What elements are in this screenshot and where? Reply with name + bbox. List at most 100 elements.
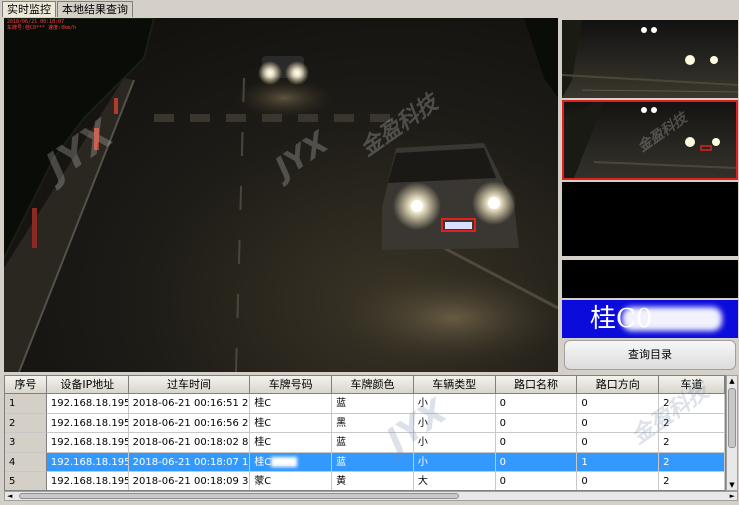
horizontal-scroll-thumb[interactable] <box>19 493 459 499</box>
cell-index: 3 <box>5 433 47 453</box>
cell-junction-name: 0 <box>495 413 578 433</box>
cell-text: 2 <box>9 417 16 429</box>
column-header-index[interactable]: 序号 <box>5 376 47 394</box>
cell-text: 192.168.18.195 <box>50 398 129 409</box>
cell-index: 1 <box>5 394 47 414</box>
snapshot-thumbnail-3[interactable] <box>562 182 738 256</box>
thumbnail-scene <box>564 102 736 178</box>
scroll-up-icon[interactable]: ▲ <box>728 377 736 385</box>
cell-junction-direction: 0 <box>577 433 660 453</box>
cell-vehicle-type: 小 <box>413 413 496 433</box>
cell-plate: 桂C <box>250 452 333 472</box>
cell-text: 桂C <box>254 398 272 409</box>
cell-ip: 192.168.18.195 <box>47 472 129 490</box>
results-table: 序号 设备IP地址 过车时间 车牌号码 车牌颜色 车辆类型 路口名称 路口方向 … <box>4 375 726 491</box>
cell-junction-name: 0 <box>495 452 578 472</box>
table-row[interactable]: 1 192.168.18.195 2018-06-21 00:16:51 270 桂C… <box>5 394 725 414</box>
cell-vehicle-type: 小 <box>413 394 496 414</box>
video-overlay-text: 2018/06/21 00:18:07 车牌号:桂C0*** 速度:0km/h <box>7 19 76 31</box>
cell-plate-color: 黄 <box>332 472 414 490</box>
tab-realtime-monitor[interactable]: 实时监控 <box>2 1 56 17</box>
table-row[interactable]: 5 192.168.18.195 2018-06-21 00:18:09 336 蒙C… <box>5 472 725 490</box>
cell-text: 0 <box>499 476 506 487</box>
cell-time: 2018-06-21 00:18:07 137 <box>128 452 251 472</box>
column-header-lane[interactable]: 车道 <box>659 376 725 394</box>
cell-time: 2018-06-21 00:16:51 270 <box>128 394 251 414</box>
cell-text: 2018-06-21 00:18:07 137 <box>132 456 251 468</box>
cell-plate-color: 蓝 <box>332 433 414 453</box>
query-directory-button[interactable]: 查询目录 <box>564 340 736 370</box>
cell-text: 192.168.18.195 <box>50 476 129 487</box>
column-header-ip[interactable]: 设备IP地址 <box>46 376 129 394</box>
column-header-junction-name[interactable]: 路口名称 <box>495 376 578 394</box>
cell-text: 0 <box>499 417 506 429</box>
vertical-scroll-thumb[interactable] <box>728 388 736 448</box>
cell-lane: 2 <box>659 394 725 414</box>
cell-time: 2018-06-21 00:18:02 876 <box>128 433 251 453</box>
cell-text: 2 <box>663 398 670 409</box>
cell-lane: 2 <box>659 472 725 490</box>
cell-text: 小 <box>417 437 428 448</box>
overlay-info: 车牌号:桂C0*** 速度:0km/h <box>7 25 77 31</box>
cell-text: 小 <box>417 456 428 468</box>
column-header-plate-color[interactable]: 车牌颜色 <box>332 376 414 394</box>
snapshot-thumbnail-2-selected[interactable]: 金盈科技 <box>562 100 738 180</box>
table-row[interactable]: 4 192.168.18.195 2018-06-21 00:18:07 137 桂C… <box>5 452 725 472</box>
cell-text: 5 <box>9 476 16 487</box>
cell-text: 蒙C <box>254 476 272 487</box>
cell-text: 0 <box>581 417 588 429</box>
cell-plate: 桂C <box>250 394 333 414</box>
cell-text: 黄 <box>336 476 347 487</box>
plate-privacy-mask <box>271 437 298 447</box>
cell-junction-direction: 0 <box>577 472 660 490</box>
cell-ip: 192.168.18.195 <box>46 452 129 472</box>
cell-plate: 桂C <box>250 433 333 453</box>
cell-text: 小 <box>417 398 428 409</box>
cell-text: 1 <box>581 456 588 468</box>
plate-number-display: 桂C0 <box>562 300 738 338</box>
cell-ip: 192.168.18.195 <box>46 413 129 433</box>
cell-text: 小 <box>417 417 428 429</box>
snapshot-thumbnail-1[interactable] <box>562 20 738 98</box>
cell-text: 0 <box>581 398 588 409</box>
plate-privacy-mask <box>271 476 298 486</box>
cell-text: 蓝 <box>336 437 347 448</box>
plate-privacy-mask <box>271 456 298 467</box>
cell-text: 2018-06-21 00:18:09 336 <box>132 476 251 487</box>
column-header-vehicle-type[interactable]: 车辆类型 <box>413 376 496 394</box>
cell-junction-direction: 0 <box>577 394 660 414</box>
cell-text: 蓝 <box>336 456 347 468</box>
cell-index: 2 <box>5 413 47 433</box>
thumbnail-scene <box>562 20 738 98</box>
scroll-left-icon[interactable]: ◄ <box>7 492 12 500</box>
cell-text: 192.168.18.195 <box>50 417 129 429</box>
column-header-time[interactable]: 过车时间 <box>128 376 251 394</box>
cell-text: 2018-06-21 00:16:56 275 <box>132 417 251 429</box>
cell-lane: 2 <box>659 413 725 433</box>
cell-plate-color: 蓝 <box>332 394 414 414</box>
scroll-down-icon[interactable]: ▼ <box>728 481 736 489</box>
cell-text: 0 <box>581 437 588 448</box>
cell-plate-color: 黑 <box>332 413 414 433</box>
cell-text: 1 <box>9 398 16 409</box>
cell-junction-direction: 1 <box>577 452 660 472</box>
cell-plate-color: 蓝 <box>332 452 414 472</box>
cell-junction-name: 0 <box>495 433 578 453</box>
table-vertical-scrollbar[interactable]: ▲ ▼ <box>726 375 738 491</box>
cell-junction-name: 0 <box>495 394 578 414</box>
scroll-right-icon[interactable]: ► <box>730 492 735 500</box>
tab-bar: 实时监控 本地结果查询 <box>2 1 134 17</box>
column-header-junction-direction[interactable]: 路口方向 <box>577 376 660 394</box>
tab-local-query[interactable]: 本地结果查询 <box>57 1 133 17</box>
cell-text: 2 <box>663 417 670 429</box>
table-horizontal-scrollbar[interactable]: ◄ ► <box>4 491 738 501</box>
cell-time: 2018-06-21 00:16:56 275 <box>128 413 251 433</box>
table-row[interactable]: 2 192.168.18.195 2018-06-21 00:16:56 275 桂C… <box>5 413 725 433</box>
column-header-plate[interactable]: 车牌号码 <box>250 376 333 394</box>
cell-lane: 2 <box>659 433 725 453</box>
cell-index: 4 <box>5 452 47 472</box>
cell-text: 0 <box>499 437 506 448</box>
snapshot-thumbnail-4[interactable] <box>562 260 738 298</box>
cell-text: 桂C <box>254 456 272 468</box>
table-row[interactable]: 3 192.168.18.195 2018-06-21 00:18:02 876 桂C… <box>5 433 725 453</box>
